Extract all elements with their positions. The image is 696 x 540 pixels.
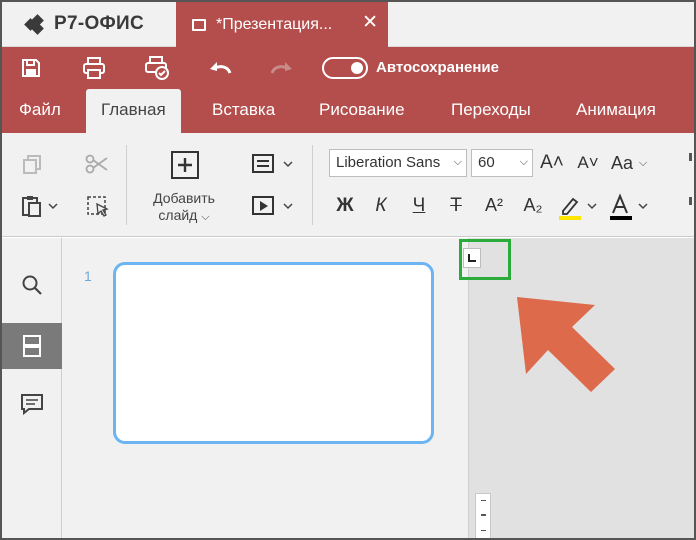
- select-all-button[interactable]: [84, 193, 112, 221]
- search-button[interactable]: [2, 262, 62, 308]
- tab-animation[interactable]: Анимация: [576, 89, 656, 133]
- paste-button[interactable]: [18, 193, 62, 219]
- undo-button[interactable]: [207, 55, 233, 81]
- app-logo: Р7-ОФИС: [24, 12, 145, 36]
- window-icon: [192, 18, 206, 31]
- redo-icon: [270, 62, 292, 74]
- app-brand: Р7-ОФИС: [54, 13, 145, 34]
- font-size-combo[interactable]: 60 ⌵: [471, 149, 533, 177]
- separator: [312, 145, 313, 225]
- font-size-value: 60: [478, 154, 495, 171]
- toggle-knob: [351, 62, 363, 74]
- tab-file[interactable]: Файл: [19, 89, 61, 133]
- change-case-arrow[interactable]: ⌵: [636, 153, 650, 173]
- tab-draw[interactable]: Рисование: [319, 89, 405, 133]
- undo-icon: [210, 62, 232, 74]
- change-case-button[interactable]: Aa: [608, 149, 636, 177]
- logo-icon: [24, 14, 48, 35]
- document-tab[interactable]: *Презентация... ✕: [176, 2, 388, 47]
- chevron-down-icon: ⌵: [201, 211, 210, 223]
- save-button[interactable]: [18, 55, 44, 81]
- quick-access-bar: Автосохранение: [2, 47, 694, 89]
- autosave-toggle[interactable]: [322, 57, 368, 79]
- font-color-icon: [610, 193, 648, 220]
- close-tab-button[interactable]: ✕: [362, 13, 378, 33]
- select-all-icon: [87, 196, 109, 217]
- highlight-color-button[interactable]: [557, 193, 601, 223]
- autosave-label: Автосохранение: [376, 59, 499, 76]
- superscript-button[interactable]: A²: [482, 195, 506, 216]
- add-slide-button[interactable]: [169, 149, 201, 181]
- quick-print-icon: [145, 56, 169, 80]
- comments-button[interactable]: [2, 381, 62, 427]
- pointer-arrow-icon: [517, 297, 617, 398]
- print-icon: [83, 57, 105, 79]
- bold-button[interactable]: Ж: [333, 195, 357, 217]
- chevron-down-icon: ⌵: [519, 156, 528, 168]
- menu-bar: Файл Главная Вставка Рисование Переходы …: [2, 89, 694, 133]
- redo-button[interactable]: [269, 55, 295, 81]
- copy-button[interactable]: [19, 151, 45, 177]
- separator: [126, 145, 127, 225]
- left-nav: [2, 238, 62, 538]
- play-icon: [252, 196, 293, 215]
- italic-button[interactable]: К: [369, 195, 393, 217]
- copy-icon: [23, 155, 41, 174]
- underline-button[interactable]: Ч: [407, 195, 431, 217]
- vertical-ruler[interactable]: [475, 493, 491, 538]
- font-name-value: Liberation Sans: [336, 154, 441, 171]
- cut-icon: [85, 154, 108, 174]
- tab-home[interactable]: Главная: [86, 89, 181, 133]
- strikethrough-button[interactable]: Т: [444, 195, 468, 217]
- save-icon: [22, 59, 40, 77]
- print-button[interactable]: [81, 55, 107, 81]
- cut-button[interactable]: [83, 151, 111, 177]
- document-title: *Презентация...: [216, 15, 333, 33]
- tab-transitions[interactable]: Переходы: [451, 89, 531, 133]
- slide-thumbnails-panel: 1: [62, 238, 469, 538]
- slides-button[interactable]: [2, 323, 62, 369]
- highlighter-icon: [559, 197, 597, 220]
- app-window: Р7-ОФИС *Презентация... ✕ Автосохранение…: [0, 0, 696, 540]
- slide-thumbnail[interactable]: [113, 262, 434, 444]
- title-bar: Р7-ОФИС *Презентация... ✕: [2, 2, 694, 47]
- paste-icon: [22, 196, 58, 217]
- overflow-handle: [689, 153, 692, 161]
- slide-number: 1: [84, 268, 92, 284]
- font-name-combo[interactable]: Liberation Sans ⌵: [329, 149, 467, 177]
- subscript-button[interactable]: A₂: [521, 195, 545, 216]
- add-slide-label[interactable]: Добавить слайд ⌵: [142, 190, 226, 226]
- plus-icon: [171, 151, 199, 179]
- shrink-font-button[interactable]: A˅: [576, 149, 600, 177]
- grow-font-button[interactable]: A˄: [540, 149, 564, 177]
- home-toolbar: Добавить слайд ⌵ Liberation Sans ⌵ 60 ⌵ …: [2, 133, 694, 237]
- search-icon: [22, 275, 42, 295]
- highlight-box: [459, 239, 511, 280]
- layout-button[interactable]: [250, 151, 296, 177]
- quick-print-button[interactable]: [144, 55, 170, 81]
- font-color-button[interactable]: [608, 193, 652, 223]
- comment-icon: [21, 394, 43, 415]
- tab-insert[interactable]: Вставка: [212, 89, 275, 133]
- layout-icon: [252, 154, 293, 173]
- chevron-down-icon: ⌵: [450, 156, 462, 169]
- overflow-handle: [689, 197, 692, 205]
- slides-icon: [23, 335, 41, 357]
- slideshow-button[interactable]: [250, 193, 296, 219]
